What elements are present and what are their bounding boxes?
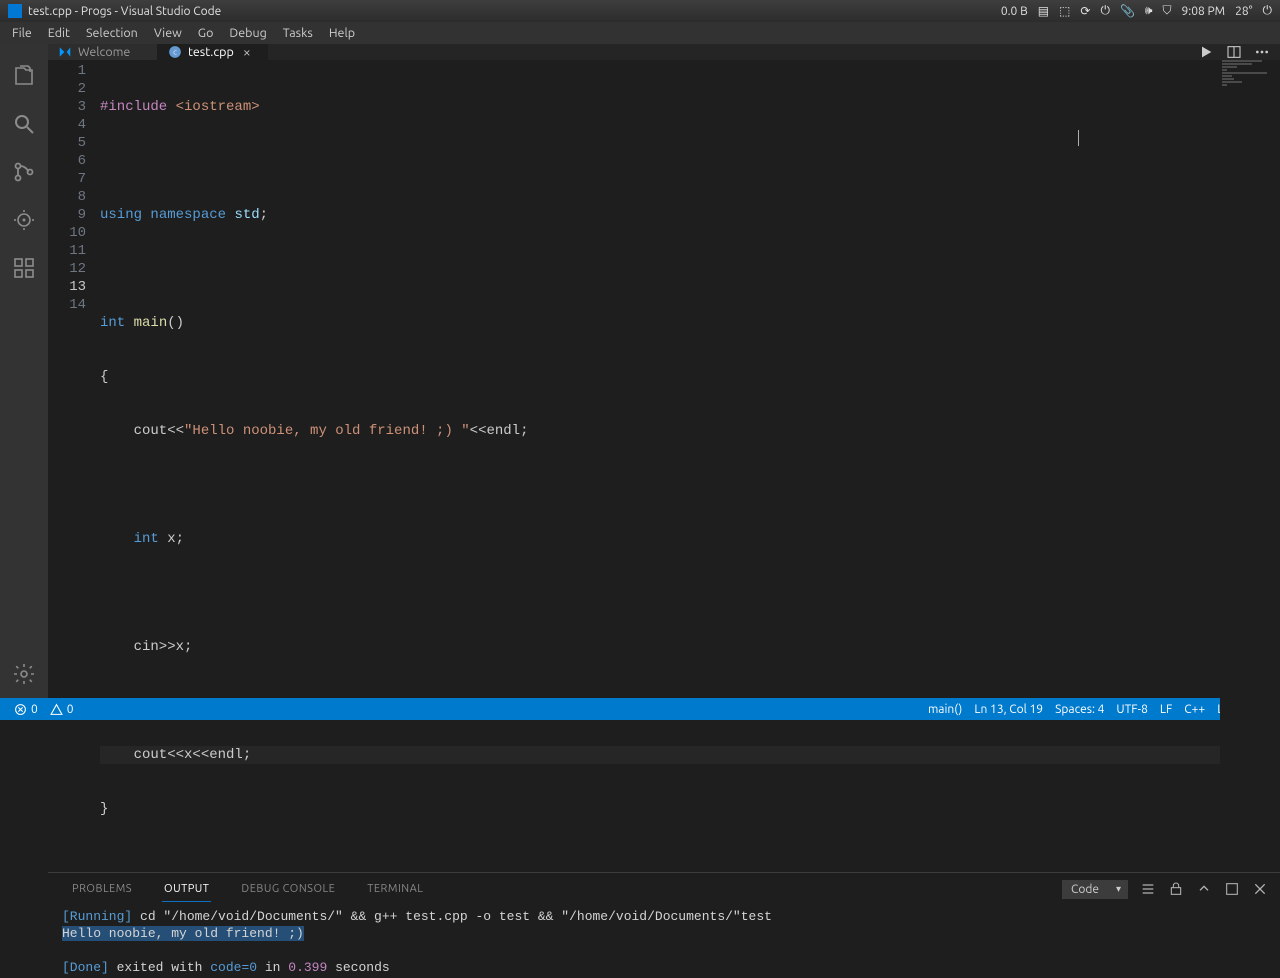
menu-edit[interactable]: Edit	[40, 24, 78, 42]
split-editor-icon[interactable]	[1226, 44, 1242, 60]
menu-file[interactable]: File	[4, 24, 40, 42]
activity-settings[interactable]	[0, 650, 48, 698]
window-title: test.cpp - Progs - Visual Studio Code	[28, 5, 221, 18]
editor-actions	[1188, 44, 1280, 60]
clear-output-icon[interactable]	[1140, 881, 1156, 897]
tab-label: Welcome	[78, 45, 130, 59]
tray-icon-3[interactable]: ⟳	[1080, 4, 1090, 18]
panel-tab-problems[interactable]: PROBLEMS	[60, 877, 144, 901]
tray-icon-7[interactable]: ⛉	[1162, 4, 1171, 18]
run-icon[interactable]	[1198, 44, 1214, 60]
status-errors[interactable]: 0	[8, 703, 44, 716]
tray-icon-4[interactable]: ⏻	[1100, 4, 1110, 18]
code-editor[interactable]: 1 2 3 4 5 6 7 8 9 10 11 12 13 14 #includ…	[48, 60, 1280, 872]
menu-view[interactable]: View	[146, 24, 190, 42]
tray-temp: 28°	[1235, 5, 1252, 18]
text-cursor	[1078, 130, 1079, 146]
panel-close-icon[interactable]	[1252, 881, 1268, 897]
panel-tab-terminal[interactable]: TERMINAL	[355, 877, 435, 901]
vscode-icon	[8, 4, 22, 18]
error-icon	[14, 703, 27, 716]
activity-extensions[interactable]	[0, 244, 48, 292]
tab-close-button[interactable]: ×	[240, 45, 254, 59]
menu-debug[interactable]: Debug	[221, 24, 274, 42]
output-running-label: [Running]	[62, 909, 132, 924]
tray-icon-2[interactable]: ⬚	[1059, 4, 1070, 18]
activity-search[interactable]	[0, 100, 48, 148]
activity-scm[interactable]	[0, 148, 48, 196]
vscode-tab-icon	[58, 45, 72, 59]
source-control-icon	[12, 160, 36, 184]
tray-clock: 9:08 PM	[1181, 5, 1225, 18]
tray-icon-6[interactable]: 🕪	[1145, 4, 1153, 18]
panel-tab-output[interactable]: OUTPUT	[152, 877, 221, 901]
os-title-bar: test.cpp - Progs - Visual Studio Code 0.…	[0, 0, 1280, 22]
output-program-stdout: Hello noobie, my old friend! ;)	[62, 926, 304, 941]
lock-scroll-icon[interactable]	[1168, 881, 1184, 897]
panel-maximize-icon[interactable]	[1224, 881, 1240, 897]
minimap[interactable]	[1220, 60, 1280, 872]
tray-icon-1[interactable]: ▤	[1038, 4, 1049, 18]
menu-help[interactable]: Help	[321, 24, 363, 42]
activity-debug[interactable]	[0, 196, 48, 244]
search-icon	[12, 112, 36, 136]
more-icon[interactable]	[1254, 44, 1270, 60]
output-channel-select[interactable]: Code	[1062, 880, 1128, 899]
tab-test-cpp[interactable]: C test.cpp ×	[158, 44, 268, 60]
output-body[interactable]: [Running] cd "/home/void/Documents/" && …	[48, 906, 1280, 978]
tray-icon-power[interactable]: ⏻	[1263, 4, 1273, 18]
bug-icon	[12, 208, 36, 232]
cpp-file-icon: C	[168, 45, 182, 59]
panel-tab-bar: PROBLEMS OUTPUT DEBUG CONSOLE TERMINAL C…	[48, 873, 1280, 906]
panel-tab-debug-console[interactable]: DEBUG CONSOLE	[229, 877, 347, 901]
activity-explorer[interactable]	[0, 52, 48, 100]
activity-bar	[0, 44, 48, 698]
output-run-cmd: cd "/home/void/Documents/" && g++ test.c…	[132, 909, 772, 924]
system-tray: 0.0 B ▤ ⬚ ⟳ ⏻ 📎 🕪 ⛉ 9:08 PM 28° ⏻	[1001, 4, 1272, 18]
panel-up-icon[interactable]	[1196, 881, 1212, 897]
line-number-gutter: 1 2 3 4 5 6 7 8 9 10 11 12 13 14	[48, 60, 100, 872]
svg-text:C: C	[173, 50, 177, 56]
tray-icon-5[interactable]: 📎	[1120, 4, 1135, 18]
editor-tab-bar: Welcome C test.cpp ×	[48, 44, 1280, 60]
code-content[interactable]: #include <iostream> using namespace std;…	[100, 60, 1220, 872]
tab-welcome[interactable]: Welcome	[48, 44, 158, 60]
menu-selection[interactable]: Selection	[78, 24, 146, 42]
gear-icon	[12, 662, 36, 686]
extensions-icon	[12, 256, 36, 280]
menu-tasks[interactable]: Tasks	[275, 24, 321, 42]
menu-go[interactable]: Go	[190, 24, 222, 42]
tab-label: test.cpp	[188, 45, 234, 59]
menu-bar: File Edit Selection View Go Debug Tasks …	[0, 22, 1280, 44]
output-done-label: [Done]	[62, 960, 109, 975]
net-speed: 0.0 B	[1001, 5, 1028, 18]
bottom-panel: PROBLEMS OUTPUT DEBUG CONSOLE TERMINAL C…	[48, 872, 1280, 978]
files-icon	[12, 64, 36, 88]
